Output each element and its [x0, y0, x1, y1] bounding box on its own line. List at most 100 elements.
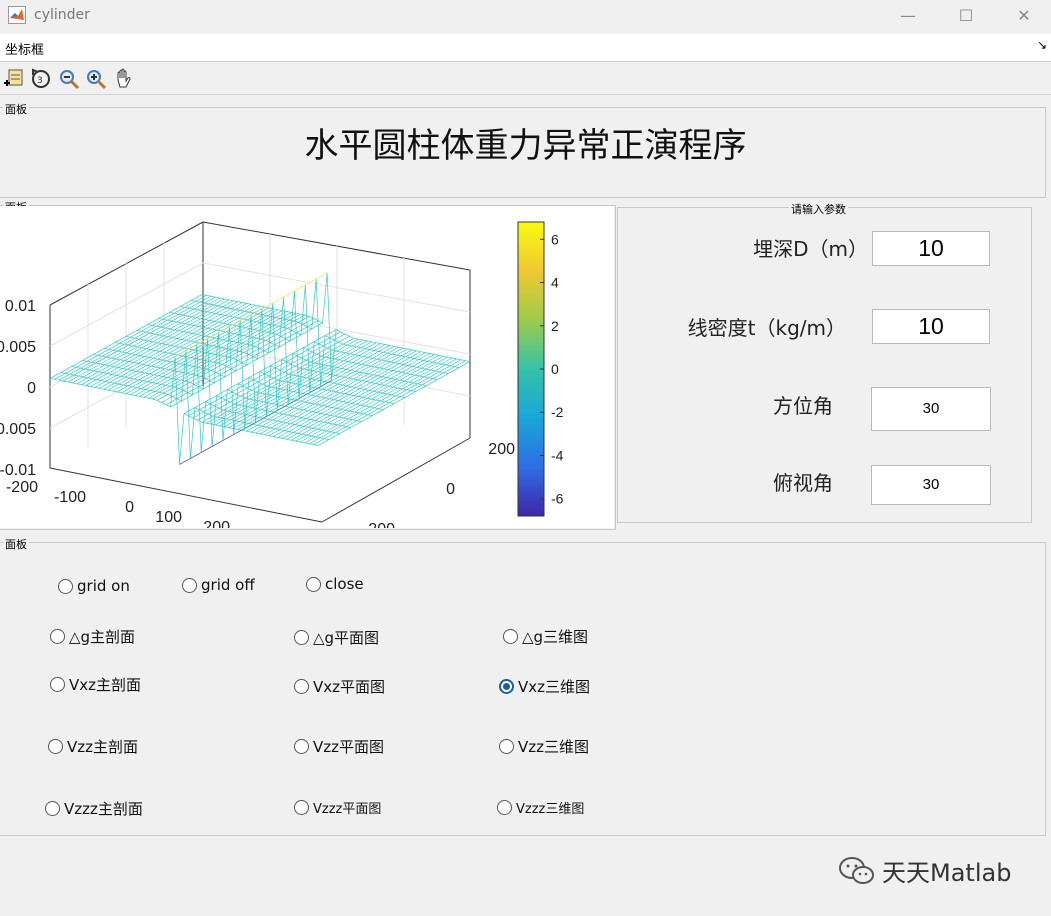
y-tick-label: 0	[446, 481, 455, 498]
radio-dot[interactable]	[306, 576, 321, 592]
colorbar-tick-label: -6	[551, 491, 564, 507]
mesh-line	[58, 295, 212, 381]
radio-vzzz-plan[interactable]: Vzzz平面图	[294, 798, 381, 817]
page-title: 水平圆柱体重力异常正演程序	[304, 126, 747, 166]
mesh-line	[299, 357, 453, 443]
matlab-icon	[8, 6, 26, 24]
radio-dot[interactable]	[497, 800, 512, 815]
params-panel-label: 请输入参数	[789, 201, 848, 217]
radio-dot[interactable]	[294, 679, 309, 694]
density-input[interactable]: 10	[872, 309, 990, 344]
radio-vzz-3d[interactable]: Vzz三维图	[499, 736, 589, 757]
mesh-line	[206, 338, 359, 424]
close-button[interactable]: ✕	[1001, 2, 1047, 30]
minimize-button[interactable]: —	[885, 2, 931, 30]
radio-dot[interactable]	[50, 677, 65, 692]
radio-vzzz-profile[interactable]: Vzzz主剖面	[45, 798, 143, 819]
radio-dot[interactable]	[58, 578, 73, 594]
radio-dot[interactable]	[294, 739, 309, 754]
mesh-line	[170, 322, 323, 408]
radio-dot[interactable]	[294, 800, 309, 815]
radio-grid-off[interactable]: grid off	[182, 576, 255, 594]
elevation-input[interactable]: 30	[871, 465, 991, 505]
zoom-in-icon[interactable]	[84, 67, 108, 91]
mesh-line	[76, 299, 229, 385]
radio-dot[interactable]	[45, 801, 60, 816]
mesh-line	[98, 303, 252, 389]
mesh-line	[130, 310, 283, 395]
radio-dot-selected[interactable]	[499, 679, 514, 694]
toolbar: 3	[0, 63, 1051, 95]
mesh-line	[188, 331, 341, 417]
z-tick-label: 0.005	[0, 339, 36, 356]
radio-g-profile[interactable]: △g主剖面	[50, 626, 135, 647]
colorbar-tick-label: -2	[551, 404, 564, 420]
mesh-line	[250, 347, 404, 433]
radio-dot[interactable]	[182, 577, 197, 593]
colorbar-tick-label: 4	[551, 275, 559, 291]
mesh-line	[148, 313, 301, 399]
radio-vxz-profile[interactable]: Vxz主剖面	[50, 674, 141, 695]
mesh-line	[143, 312, 296, 398]
options-panel-label: 面板	[3, 536, 29, 552]
z-tick-label: 0	[27, 380, 36, 397]
watermark: 天天Matlab	[838, 853, 1011, 888]
mesh-line	[313, 360, 466, 446]
zoom-out-icon[interactable]	[57, 67, 81, 91]
menu-axes[interactable]: 坐标框	[5, 39, 44, 58]
data-cursor-icon[interactable]	[2, 67, 26, 91]
pan-hand-icon[interactable]	[112, 67, 136, 91]
mesh-line	[246, 346, 399, 432]
rotate-3d-icon[interactable]: 3	[29, 67, 53, 91]
radio-g-plan[interactable]: △g平面图	[294, 627, 379, 648]
surface-plot[interactable]: 0.010.0050-0.005-0.01-200-10001002002000…	[0, 206, 614, 528]
depth-label: 埋深D（m）	[753, 237, 868, 261]
title-bar: cylinder — ☐ ✕	[0, 0, 1051, 34]
mesh-line	[67, 297, 221, 383]
mesh-line	[54, 294, 207, 380]
x-tick-label: -200	[6, 479, 38, 496]
title-panel-label: 面板	[3, 101, 29, 117]
mesh-line	[210, 339, 363, 425]
mesh-line	[94, 303, 247, 388]
wechat-icon	[839, 856, 874, 884]
mesh-line	[304, 358, 457, 444]
colorbar-tick-label: -4	[551, 447, 564, 463]
x-tick-label: -100	[54, 489, 86, 506]
mesh-line	[237, 345, 390, 430]
mesh-line	[232, 344, 386, 429]
mesh-line	[215, 340, 368, 426]
mesh-line	[139, 312, 292, 397]
radio-dot[interactable]	[50, 629, 65, 644]
svg-text:3: 3	[37, 76, 43, 86]
mesh-line	[125, 309, 279, 395]
mesh-line	[295, 356, 448, 442]
mesh-line	[286, 354, 439, 440]
mesh-line	[317, 361, 471, 446]
radio-vzz-profile[interactable]: Vzz主剖面	[48, 736, 138, 757]
mesh-line	[63, 296, 216, 382]
y-tick-label: 200	[488, 441, 515, 458]
radio-dot[interactable]	[294, 630, 309, 645]
radio-vxz-3d[interactable]: Vxz三维图	[499, 676, 590, 697]
radio-vxz-plan[interactable]: Vxz平面图	[294, 676, 385, 697]
depth-input[interactable]: 10	[872, 231, 990, 266]
z-tick-label: -0.005	[0, 421, 36, 438]
radio-dot[interactable]	[48, 739, 63, 754]
mesh-line	[273, 352, 426, 437]
maximize-button[interactable]: ☐	[943, 2, 989, 30]
radio-g-3d[interactable]: △g三维图	[503, 626, 588, 647]
radio-grid-on[interactable]: grid on	[58, 577, 130, 595]
mesh-line	[259, 349, 413, 435]
radio-dot[interactable]	[503, 629, 518, 644]
radio-vzzz-3d[interactable]: Vzzz三维图	[497, 798, 584, 817]
y-axis	[321, 437, 471, 523]
mesh-line	[264, 350, 417, 436]
x-axis	[49, 467, 323, 523]
radio-vzz-plan[interactable]: Vzz平面图	[294, 736, 384, 757]
radio-dot[interactable]	[499, 739, 514, 754]
colorbar-tick-label: 6	[551, 231, 559, 247]
radio-close[interactable]: close	[306, 575, 364, 593]
colorbar-tick-label: 0	[551, 361, 559, 377]
azimuth-input[interactable]: 30	[871, 387, 991, 431]
